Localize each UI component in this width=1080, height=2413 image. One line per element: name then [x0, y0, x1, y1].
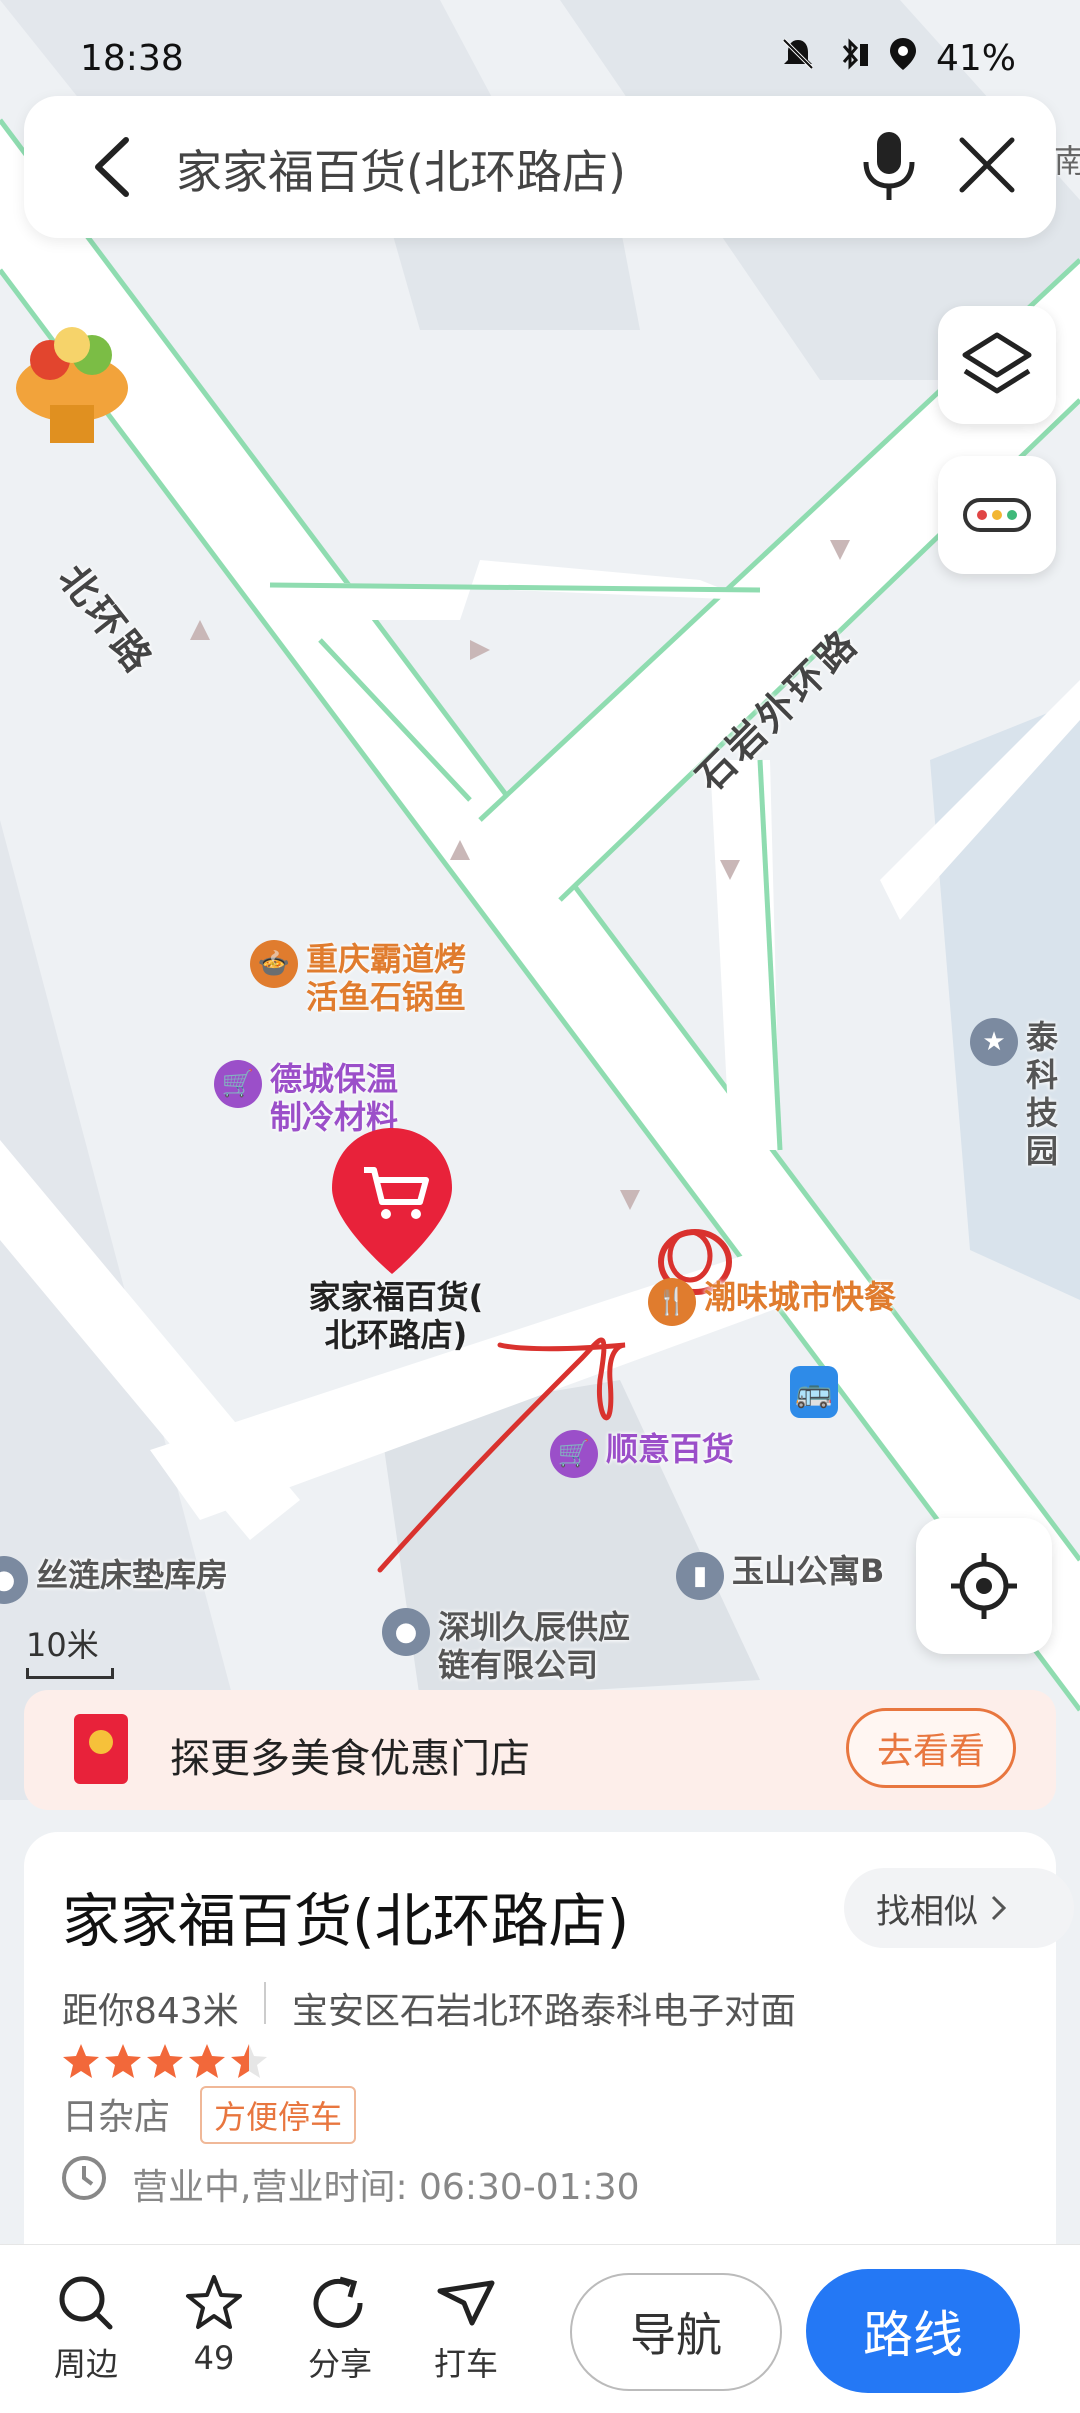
poi-chaowei[interactable]: 🍴 潮味城市快餐 [648, 1278, 896, 1326]
nearby-button[interactable]: 周边 [26, 2273, 146, 2385]
place-hours: 营业中,营业时间: 06:30-01:30 [132, 2167, 640, 2208]
food-icon: 🍴 [648, 1278, 696, 1326]
nearby-label: 周边 [53, 2345, 118, 2383]
locate-button[interactable] [916, 1518, 1052, 1654]
map-pin-icon [332, 1128, 452, 1274]
navigate-button[interactable]: 导航 [570, 2273, 782, 2391]
poi-label-line: 深圳久辰供应 [438, 1608, 631, 1646]
poi-taike[interactable]: ★ 泰科 技园 [970, 1018, 1080, 1170]
rating-star-icon [147, 2044, 183, 2078]
search-icon [59, 2276, 113, 2330]
star-icon [186, 2275, 242, 2329]
route-button[interactable]: 路线 [806, 2269, 1020, 2393]
rating-star-icon [231, 2044, 267, 2078]
shop-cart-icon: 🛒 [550, 1430, 598, 1478]
place-card: 家家福百货(北环路店) 找相似 距你843米 宝安区石岩北环路泰科电子对面 日杂… [24, 1832, 1074, 2252]
poi-label: 德城保温 制冷材料 [270, 1060, 398, 1136]
mute-bell-icon [780, 36, 816, 81]
find-similar-label: 找相似 [876, 1891, 978, 1932]
poi-label: 丝涟床垫库房 [36, 1556, 229, 1594]
clock-icon [60, 2154, 108, 2202]
battery-text: 41% [935, 38, 1016, 79]
status-icons: 41% [780, 36, 1016, 81]
poi-label-line: 德城保温 [270, 1060, 399, 1098]
back-arrow-icon [95, 137, 129, 197]
promo-go-button[interactable]: 去看看 [846, 1708, 1016, 1788]
red-envelope-icon [74, 1714, 128, 1784]
poi-label: 顺意百货 [606, 1430, 735, 1468]
divider [264, 1982, 266, 2024]
map-scale: 10米 [26, 1620, 114, 1679]
traffic-light-icon [963, 498, 1031, 532]
poi-label-line: 泰科 [1026, 1018, 1059, 1094]
close-icon [959, 137, 1015, 193]
location-icon: ● [382, 1608, 430, 1656]
status-time: 18:38 [80, 38, 184, 79]
poi-label: 泰科 技园 [1026, 1018, 1080, 1170]
poi-yushan[interactable]: ▮ 玉山公寓B [676, 1552, 884, 1600]
map-scale-label: 10米 [26, 1626, 99, 1664]
poi-silian[interactable]: ● 丝涟床垫库房 [0, 1556, 228, 1604]
traffic-button[interactable] [938, 456, 1056, 574]
location-icon [888, 36, 918, 81]
selected-place-pin[interactable] [330, 1126, 454, 1280]
layers-icon [962, 332, 1032, 394]
poi-chongqing-fish[interactable]: 🍲 重庆霸道烤 活鱼石锅鱼 [250, 940, 466, 1016]
taxi-button[interactable]: 打车 [406, 2273, 526, 2385]
rating-star-icon [63, 2044, 99, 2078]
poi-label-line: 活鱼石锅鱼 [306, 978, 467, 1016]
place-distance: 距你843米 [62, 1991, 239, 2032]
shop-cart-icon: 🛒 [214, 1060, 262, 1108]
bluetooth-battery-icon [834, 36, 870, 81]
find-similar-button[interactable]: 找相似 [844, 1868, 1074, 1948]
map-scale-bar [26, 1668, 114, 1679]
poi-label-line: 技园 [1026, 1094, 1059, 1170]
poi-jiuchen[interactable]: ● 深圳久辰供应 链有限公司 [382, 1608, 630, 1684]
poi-label-line: 重庆霸道烤 [306, 940, 467, 978]
clear-button[interactable] [954, 132, 1020, 198]
taxi-label: 打车 [433, 2345, 498, 2383]
rating-star-icon [189, 2044, 225, 2078]
chevron-right-icon [991, 1895, 1007, 1921]
poi-label-nan: 南 [1054, 142, 1080, 180]
poi-label-line: 链有限公司 [438, 1646, 599, 1684]
voice-button[interactable] [854, 128, 924, 204]
rating-stars [62, 2042, 268, 2080]
poi-shunyi[interactable]: 🛒 顺意百货 [550, 1430, 734, 1478]
location-icon: ● [0, 1556, 28, 1604]
poi-label: 重庆霸道烤 活鱼石锅鱼 [306, 940, 466, 1016]
back-button[interactable] [84, 132, 144, 202]
parking-tag: 方便停车 [200, 2086, 357, 2144]
poi-label-line: 北环路店) [324, 1316, 468, 1354]
place-category: 日杂店 [62, 2097, 171, 2138]
poi-label: 深圳久辰供应 链有限公司 [438, 1608, 630, 1684]
building-icon: ▮ [676, 1552, 724, 1600]
taxi-icon [437, 2280, 495, 2326]
search-input[interactable]: 家家福百货(北环路店) [176, 136, 626, 202]
promo-banner[interactable]: 探更多美食优惠门店 去看看 [24, 1690, 1056, 1810]
layers-button[interactable] [938, 306, 1056, 424]
star-icon: ★ [970, 1018, 1018, 1066]
selected-place-label: 家家福百货( 北环路店) [296, 1278, 496, 1354]
poi-label: 玉山公寓B [732, 1552, 885, 1590]
share-icon [313, 2276, 363, 2328]
poi-label: 潮味城市快餐 [704, 1278, 897, 1316]
search-bar: 家家福百货(北环路店) [24, 96, 1056, 238]
share-button[interactable]: 分享 [280, 2273, 400, 2385]
rating-star-icon [105, 2044, 141, 2078]
favorite-button[interactable]: 49 [154, 2273, 274, 2377]
poi-decheng[interactable]: 🛒 德城保温 制冷材料 [214, 1060, 398, 1136]
promo-text: 探更多美食优惠门店 [170, 1736, 530, 1782]
favorite-count: 49 [193, 2339, 235, 2377]
place-address: 宝安区石岩北环路泰科电子对面 [292, 1991, 797, 2032]
bus-stop-icon[interactable]: 🚌 [790, 1366, 838, 1418]
share-label: 分享 [307, 2345, 372, 2383]
bottom-action-bar: 周边 49 分享 打车 导航 路线 [0, 2244, 1080, 2413]
food-icon: 🍲 [250, 940, 298, 988]
crosshair-icon [951, 1553, 1017, 1619]
poi-label-line: 家家福百货( [308, 1278, 484, 1316]
place-title: 家家福百货(北环路店) [62, 1887, 630, 1955]
microphone-icon [863, 132, 915, 200]
